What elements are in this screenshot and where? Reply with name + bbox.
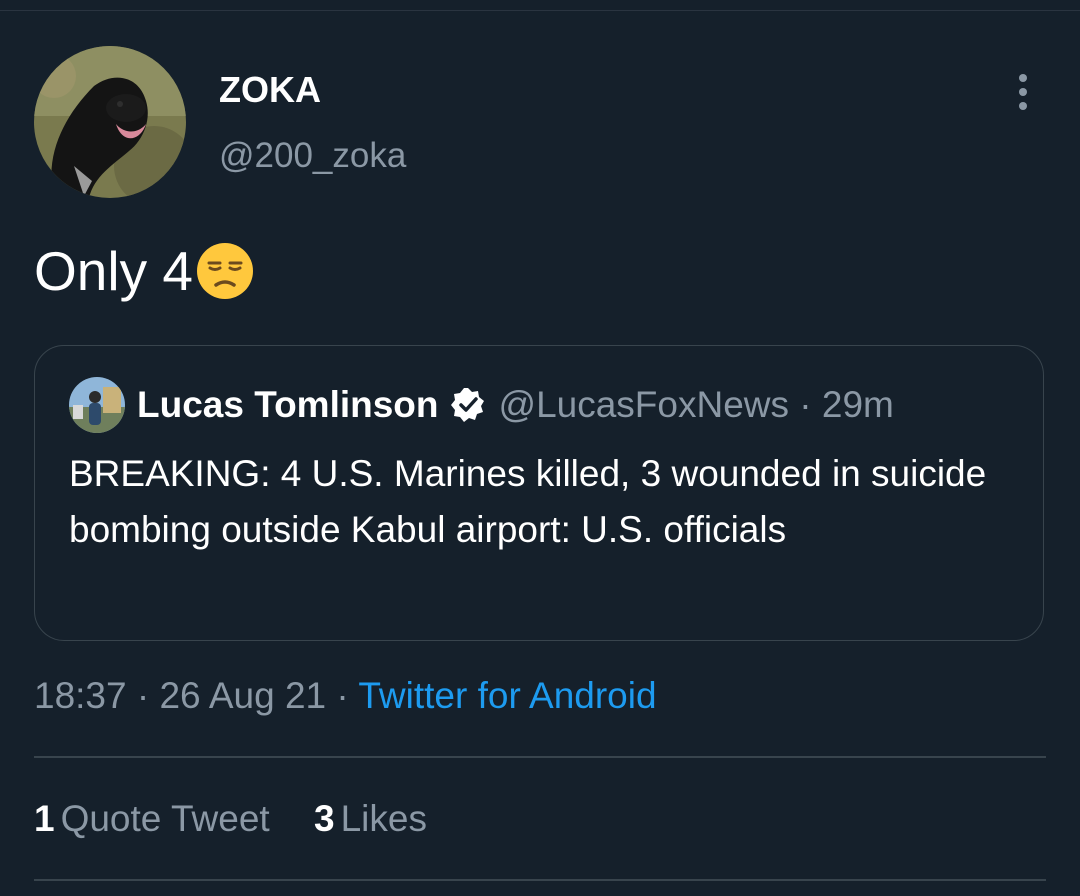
tweet-timestamp-row: 18:37 · 26 Aug 21 · Twitter for Android xyxy=(34,672,657,720)
divider xyxy=(34,879,1046,881)
likes-count: 3 xyxy=(313,798,335,839)
quoted-tweet-header: Lucas Tomlinson @LucasFoxNews · 29m xyxy=(69,376,894,434)
quoted-author-name[interactable]: Lucas Tomlinson xyxy=(137,384,439,426)
likes-stat[interactable]: 3 Likes xyxy=(314,795,427,843)
divider xyxy=(34,756,1046,758)
author-display-name[interactable]: ZOKA xyxy=(219,68,321,112)
tweet-detail: ZOKA @200_zoka Only 4 Lucas Tomlinson @L… xyxy=(0,0,1080,896)
author-avatar[interactable] xyxy=(34,46,186,198)
tweet-text-content: Only 4 xyxy=(34,240,193,302)
quote-tweets-stat[interactable]: 1 Quote Tweet xyxy=(34,795,270,843)
quoted-tweet-card[interactable]: Lucas Tomlinson @LucasFoxNews · 29m BREA… xyxy=(34,345,1044,641)
author-handle[interactable]: @200_zoka xyxy=(219,134,406,178)
unamused-face-icon xyxy=(195,241,255,301)
quoted-author-avatar[interactable] xyxy=(69,377,125,433)
quoted-author-handle-time: @LucasFoxNews · 29m xyxy=(498,384,894,425)
more-options-button[interactable] xyxy=(1000,66,1046,118)
tweet-text: Only 4 xyxy=(34,238,255,304)
likes-label: Likes xyxy=(340,798,427,839)
more-vertical-icon xyxy=(1019,74,1027,110)
verified-badge-icon xyxy=(449,386,487,424)
quote-tweets-count: 1 xyxy=(34,798,55,839)
quote-tweets-label: Quote Tweet xyxy=(60,798,270,839)
tweet-timestamp: 18:37 · 26 Aug 21 · xyxy=(34,675,359,716)
quoted-tweet-text: BREAKING: 4 U.S. Marines killed, 3 wound… xyxy=(69,453,987,550)
engagement-stats: 1 Quote Tweet 3 Likes xyxy=(34,795,461,843)
tweet-source-link[interactable]: Twitter for Android xyxy=(358,675,656,716)
